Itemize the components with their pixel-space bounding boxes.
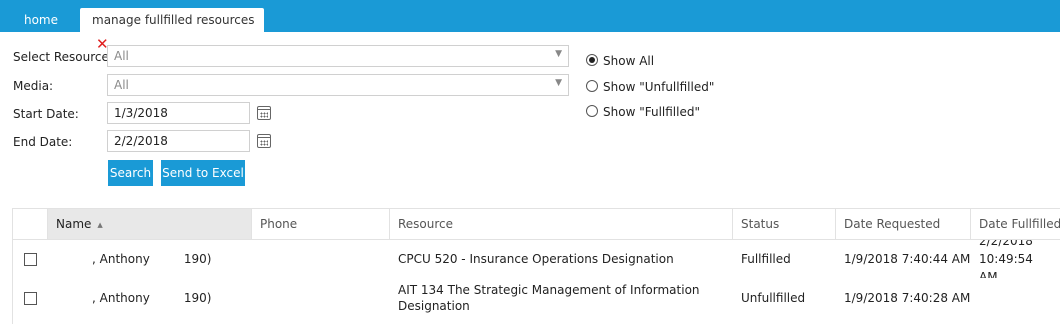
header-date-fulfilled[interactable]: Date Fullfilled bbox=[971, 209, 1060, 239]
status-cell: Fullfilled bbox=[741, 252, 791, 266]
date-fulfilled-cell bbox=[971, 279, 1049, 317]
row-select-cell bbox=[13, 240, 48, 278]
row-checkbox[interactable] bbox=[24, 252, 37, 266]
table-row: , Anthony 190) AIT 134 The Strategic Man… bbox=[13, 279, 1060, 317]
chevron-down-icon: ▼ bbox=[555, 78, 562, 88]
name-value: , Anthony bbox=[92, 291, 150, 305]
header-select bbox=[13, 209, 48, 239]
start-date-input[interactable]: 1/3/2018 bbox=[107, 102, 250, 124]
media-select[interactable]: All ▼ bbox=[107, 74, 569, 96]
header-phone[interactable]: Phone bbox=[252, 209, 390, 239]
sort-asc-icon: ▲ bbox=[97, 221, 103, 229]
radio-button[interactable] bbox=[586, 54, 598, 66]
media-select-value: All bbox=[114, 78, 129, 92]
grid-header: Name ▲ Phone Resource Status Date Request… bbox=[13, 209, 1060, 240]
header-name-label: Name bbox=[56, 217, 92, 231]
tab-label: manage fullfilled resources bbox=[92, 13, 255, 27]
media-label: Media: bbox=[13, 79, 54, 93]
header-name[interactable]: Name ▲ bbox=[48, 209, 252, 239]
date-requested-cell: 1/9/2018 7:40:28 AM bbox=[844, 291, 971, 305]
end-date-value: 2/2/2018 bbox=[114, 134, 168, 148]
header-date-requested[interactable]: Date Requested bbox=[836, 209, 971, 239]
header-status[interactable]: Status bbox=[733, 209, 836, 239]
calendar-icon[interactable] bbox=[257, 134, 271, 148]
tab-home[interactable]: home bbox=[10, 8, 72, 32]
date-requested-cell: 1/9/2018 7:40:44 AM bbox=[844, 252, 971, 266]
phone-cell bbox=[252, 240, 390, 278]
radio-label: Show All bbox=[603, 54, 655, 68]
start-date-label: Start Date: bbox=[13, 107, 79, 121]
row-select-cell bbox=[13, 279, 48, 317]
header-resource[interactable]: Resource bbox=[390, 209, 733, 239]
tab-bar: home manage fullfilled resources ✕ bbox=[0, 0, 1060, 53]
name-value: , Anthony bbox=[92, 252, 150, 266]
select-resource-label: Select Resource: bbox=[13, 50, 113, 64]
radio-button[interactable] bbox=[586, 105, 598, 117]
status-cell: Unfullfilled bbox=[741, 291, 806, 305]
name-cell: , Anthony 190) bbox=[48, 240, 252, 278]
row-checkbox[interactable] bbox=[24, 291, 37, 305]
name-cell: , Anthony 190) bbox=[48, 279, 252, 317]
radio-label: Show "Unfullfilled" bbox=[603, 80, 715, 94]
end-date-label: End Date: bbox=[13, 135, 73, 149]
results-grid: Name ▲ Phone Resource Status Date Request… bbox=[12, 208, 1060, 324]
radio-label: Show "Fullfilled" bbox=[603, 105, 700, 119]
resource-cell: AIT 134 The Strategic Management of Info… bbox=[398, 283, 700, 313]
resource-select[interactable]: All ▼ bbox=[107, 45, 569, 67]
resource-cell: CPCU 520 - Insurance Operations Designat… bbox=[398, 252, 674, 266]
date-fulfilled-cell: 2/2/2018 10:49:54 AM bbox=[979, 240, 1033, 278]
name-suffix: 190) bbox=[183, 291, 212, 305]
send-to-excel-button[interactable]: Send to Excel bbox=[161, 160, 245, 186]
name-suffix: 190) bbox=[183, 252, 212, 266]
tab-manage-fulfilled-resources[interactable]: manage fullfilled resources ✕ bbox=[80, 8, 264, 53]
calendar-icon[interactable] bbox=[257, 106, 271, 120]
search-button[interactable]: Search bbox=[108, 160, 153, 186]
resource-select-value: All bbox=[114, 49, 129, 63]
chevron-down-icon: ▼ bbox=[555, 49, 562, 59]
table-row: , Anthony 190) CPCU 520 - Insurance Oper… bbox=[13, 240, 1060, 278]
start-date-value: 1/3/2018 bbox=[114, 106, 168, 120]
end-date-input[interactable]: 2/2/2018 bbox=[107, 130, 250, 152]
radio-button[interactable] bbox=[586, 80, 598, 92]
phone-cell bbox=[252, 279, 390, 317]
